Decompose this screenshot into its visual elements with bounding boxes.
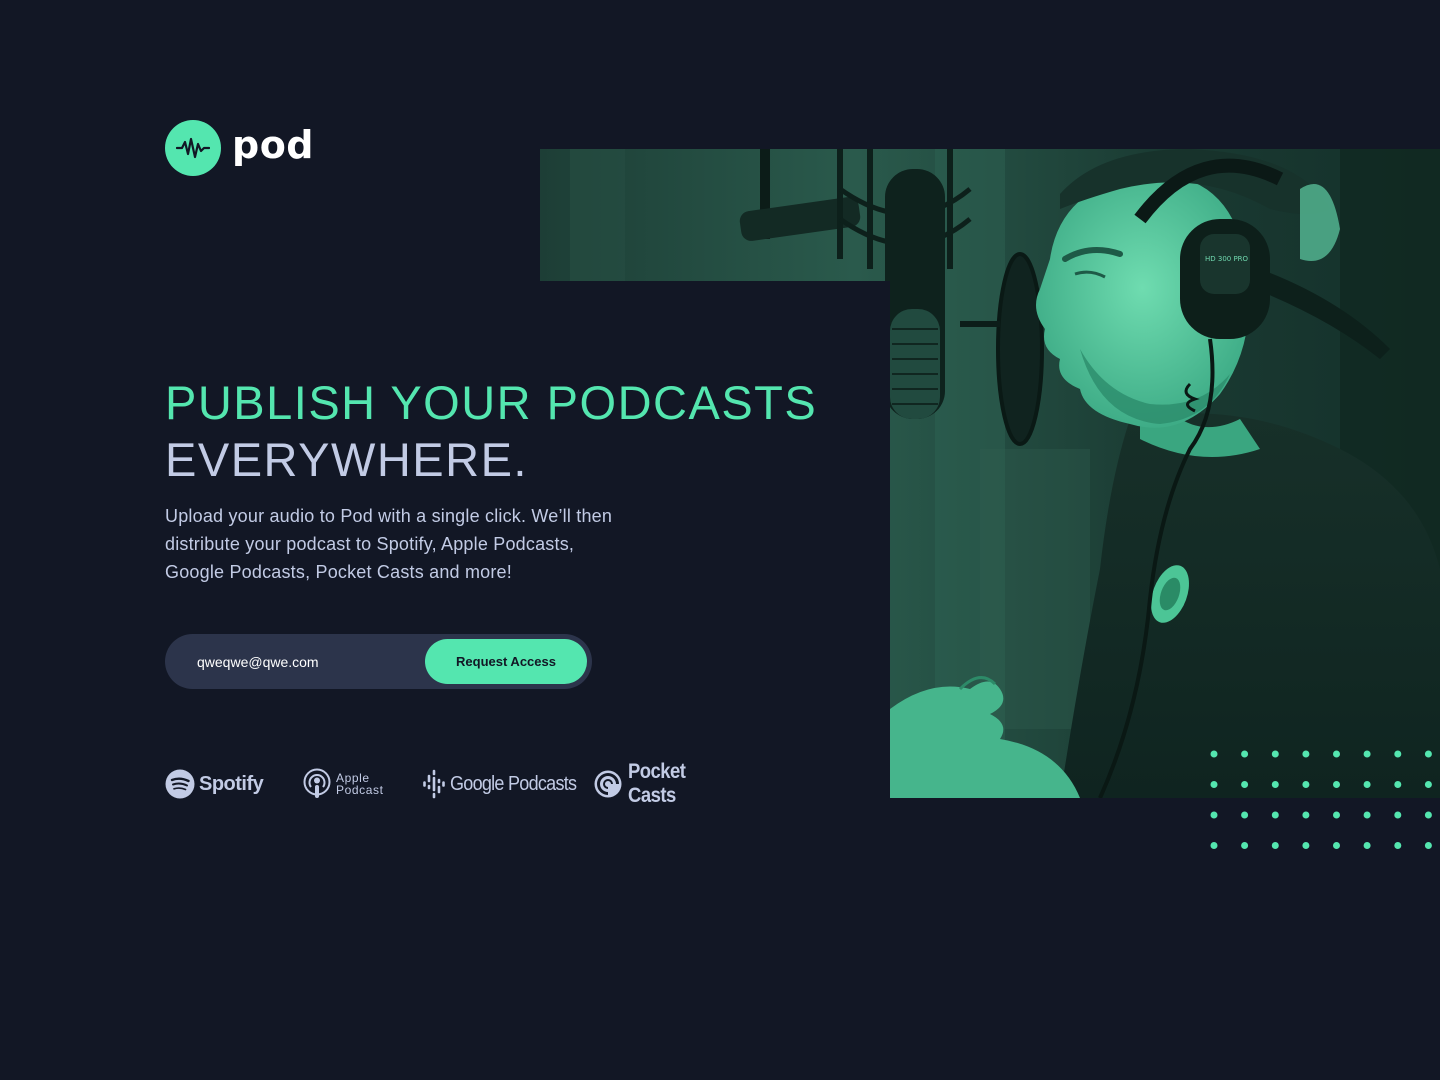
pocket-casts-icon [594, 770, 622, 798]
brand-logo[interactable]: pod [165, 120, 314, 176]
headline-line-2: EVERYWHERE. [165, 433, 528, 486]
pocket-casts-logo: Pocket Casts [594, 760, 745, 807]
hero-headline: PUBLISH YOUR PODCASTS EVERYWHERE. [165, 374, 817, 488]
hero-description: Upload your audio to Pod with a single c… [165, 506, 613, 582]
pocket-casts-label: Pocket Casts [628, 760, 686, 807]
google-podcasts-label: Google Podcasts [450, 772, 577, 795]
headline-line-1: PUBLISH YOUR PODCASTS [165, 376, 818, 429]
brand-name: pod [232, 123, 315, 167]
waveform-logo-icon [165, 120, 221, 176]
spotify-logo: Spotify [165, 766, 264, 802]
google-podcasts-icon [423, 769, 445, 799]
spotify-label: Spotify [199, 772, 264, 795]
platform-logos: Spotify Apple Podcast Google Podcasts Po… [165, 760, 745, 807]
request-access-button[interactable]: Request Access [425, 639, 587, 684]
dots-pattern [1210, 750, 1440, 850]
apple-podcast-logo: Apple Podcast [303, 766, 384, 802]
svg-text:HD 300 PRO: HD 300 PRO [1205, 255, 1249, 263]
email-input[interactable] [197, 634, 417, 689]
spotify-icon [165, 769, 195, 799]
request-access-form: Request Access [165, 634, 592, 689]
apple-label-line-2: Podcast [336, 783, 384, 797]
google-podcasts-logo: Google Podcasts [423, 766, 590, 802]
apple-podcast-icon [303, 768, 331, 798]
